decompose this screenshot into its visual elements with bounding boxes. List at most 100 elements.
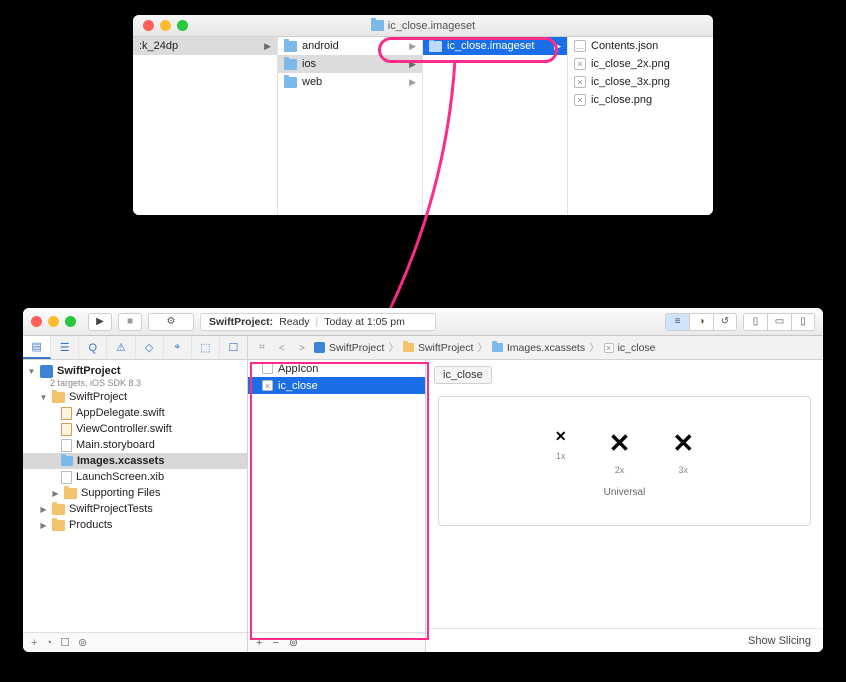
asset-slot-2x[interactable]: ✕ 2x <box>609 428 631 475</box>
finder-item[interactable]: × ic_close_2x.png <box>568 55 713 73</box>
disclosure-triangle-icon[interactable]: ▼ <box>27 367 36 376</box>
tree-group[interactable]: ▶ Products <box>23 517 247 533</box>
finder-item[interactable]: ios ▶ <box>278 55 422 73</box>
finder-item-label: ic_close.png <box>591 94 707 106</box>
version-editor-button[interactable]: ↺ <box>713 313 737 331</box>
jump-bar[interactable]: ⌗ < > SwiftProject 〉 SwiftProject 〉 Imag… <box>248 336 823 359</box>
tree-file[interactable]: LaunchScreen.xib <box>23 469 247 485</box>
tree-label: SwiftProjectTests <box>69 503 153 515</box>
tree-label: Images.xcassets <box>77 455 164 467</box>
tree-file[interactable]: ViewController.swift <box>23 421 247 437</box>
finder-col-3: … Contents.json × ic_close_2x.png × ic_c… <box>568 37 713 215</box>
breadcrumb-item[interactable]: SwiftProject <box>403 342 473 354</box>
appicon-icon <box>262 363 273 374</box>
finder-item-label: android <box>302 40 404 52</box>
close-icon[interactable] <box>31 316 42 327</box>
standard-editor-button[interactable]: ≡ <box>665 313 689 331</box>
project-navigator-tab[interactable]: ▤ <box>23 336 51 359</box>
find-navigator-tab[interactable]: Q <box>79 336 107 359</box>
asset-slot-3x[interactable]: ✕ 3x <box>672 428 694 475</box>
status-state: Ready <box>279 316 309 328</box>
finder-item[interactable]: × ic_close_3x.png <box>568 73 713 91</box>
navigator-footer: + ◔ ☐ ⊚ <box>23 632 247 652</box>
zoom-icon[interactable] <box>65 316 76 327</box>
disclosure-triangle-icon[interactable]: ▶ <box>39 521 48 530</box>
add-asset-button[interactable]: + <box>256 637 262 649</box>
zoom-icon[interactable] <box>177 20 188 31</box>
report-navigator-tab[interactable]: ☐ <box>220 336 247 359</box>
image-file-icon: × <box>574 76 586 88</box>
back-button[interactable]: < <box>274 342 290 354</box>
finder-window: ic_close.imageset :k_24dp ▶ android ▶ io… <box>133 15 713 215</box>
slot-label: 2x <box>615 465 625 475</box>
assistant-editor-button[interactable]: ◑ <box>689 313 713 331</box>
breadcrumb-item[interactable]: × ic_close <box>604 342 656 354</box>
image-file-icon: × <box>574 58 586 70</box>
disclosure-triangle-icon[interactable]: ▼ <box>39 393 48 402</box>
swift-file-icon <box>61 407 72 420</box>
finder-item-label: ios <box>302 58 404 70</box>
debug-navigator-tab[interactable]: ⌖ <box>164 336 192 359</box>
project-name: SwiftProject <box>57 365 121 377</box>
forward-button[interactable]: > <box>294 342 310 354</box>
swift-file-icon <box>61 423 72 436</box>
filter-field[interactable]: ⊚ <box>78 636 87 649</box>
tree-group[interactable]: ▼ SwiftProject <box>23 389 247 405</box>
test-navigator-tab[interactable]: ◇ <box>136 336 164 359</box>
project-subtitle: 2 targets, iOS SDK 8.3 <box>50 378 247 389</box>
tree-group[interactable]: ▶ Supporting Files <box>23 485 247 501</box>
tree-group[interactable]: ▶ SwiftProjectTests <box>23 501 247 517</box>
filter-asset-field[interactable]: ⊚ <box>289 636 298 649</box>
imageset-icon: × <box>604 343 614 353</box>
minimize-icon[interactable] <box>48 316 59 327</box>
toggle-utilities-button[interactable]: ▯ <box>791 313 815 331</box>
disclosure-triangle-icon[interactable]: ▶ <box>51 489 60 498</box>
symbol-navigator-tab[interactable]: ☰ <box>51 336 79 359</box>
assets-icon <box>61 456 73 466</box>
asset-item[interactable]: AppIcon <box>248 360 425 377</box>
activity-status: SwiftProject: Ready | Today at 1:05 pm <box>200 313 436 331</box>
related-items-button[interactable]: ⌗ <box>254 341 270 354</box>
finder-item[interactable]: web ▶ <box>278 73 422 91</box>
slot-label: 1x <box>556 451 566 461</box>
tree-file-selected[interactable]: Images.xcassets <box>23 453 247 469</box>
minimize-icon[interactable] <box>160 20 171 31</box>
finder-window-title: ic_close.imageset <box>388 20 475 32</box>
tree-label: Supporting Files <box>81 487 161 499</box>
finder-titlebar: ic_close.imageset <box>133 15 713 37</box>
project-root[interactable]: ▼ SwiftProject <box>23 363 247 379</box>
finder-item-selected[interactable]: ic_close.imageset ▶ <box>423 37 567 55</box>
toggle-debug-button[interactable]: ▭ <box>767 313 791 331</box>
finder-item[interactable]: × ic_close.png <box>568 91 713 109</box>
issue-navigator-tab[interactable]: ⚠ <box>107 336 135 359</box>
add-button[interactable]: + <box>31 637 37 649</box>
finder-item-label: ic_close.imageset <box>447 40 549 52</box>
finder-item[interactable]: … Contents.json <box>568 37 713 55</box>
filter-recent-icon[interactable]: ◔ <box>45 637 52 649</box>
breadcrumb-label: SwiftProject <box>329 342 384 354</box>
folder-icon <box>284 41 297 52</box>
finder-item[interactable]: :k_24dp ▶ <box>133 37 277 55</box>
asset-item-selected[interactable]: × ic_close <box>248 377 425 394</box>
tree-file[interactable]: Main.storyboard <box>23 437 247 453</box>
tree-label: Main.storyboard <box>76 439 155 451</box>
view-toggle-group: ▯ ▭ ▯ <box>743 313 815 331</box>
run-button[interactable]: ▶ <box>88 313 112 331</box>
disclosure-triangle-icon[interactable]: ▶ <box>39 505 48 514</box>
finder-item[interactable]: android ▶ <box>278 37 422 55</box>
breadcrumb-item[interactable]: SwiftProject <box>314 342 384 354</box>
filter-scm-icon[interactable]: ☐ <box>60 636 70 649</box>
tree-file[interactable]: AppDelegate.swift <box>23 405 247 421</box>
remove-asset-button[interactable]: − <box>272 637 278 649</box>
navigator-tabs: ▤ ☰ Q ⚠ ◇ ⌖ ⬚ ☐ <box>23 336 248 359</box>
breakpoint-navigator-tab[interactable]: ⬚ <box>192 336 220 359</box>
project-navigator: ▼ SwiftProject 2 targets, iOS SDK 8.3 ▼ … <box>23 360 248 652</box>
status-project: SwiftProject: <box>209 316 273 328</box>
show-slicing-button[interactable]: Show Slicing <box>748 635 811 647</box>
close-icon[interactable] <box>143 20 154 31</box>
breadcrumb-item[interactable]: Images.xcassets <box>492 342 585 354</box>
asset-slot-1x[interactable]: ✕ 1x <box>555 428 567 475</box>
scheme-dropdown[interactable]: ⚙ <box>148 313 194 331</box>
stop-button[interactable]: ■ <box>118 313 142 331</box>
toggle-navigator-button[interactable]: ▯ <box>743 313 767 331</box>
